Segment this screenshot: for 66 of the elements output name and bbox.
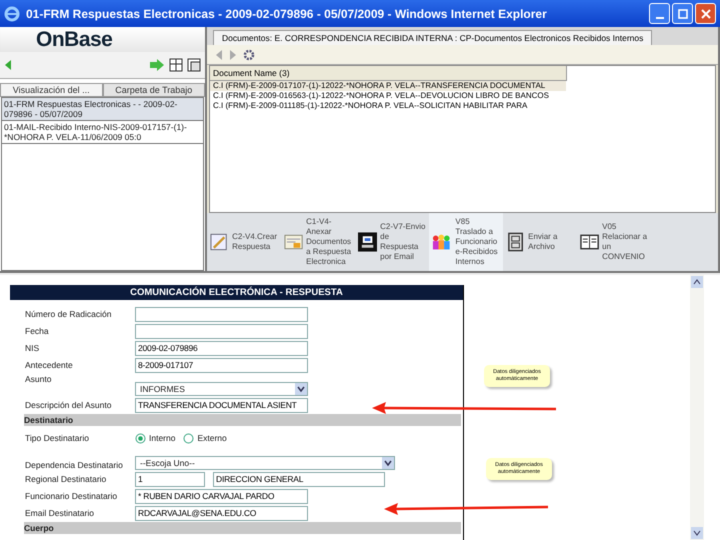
task-button[interactable]: V05 Relacionar a un CONVENIO — [577, 213, 651, 271]
input-field[interactable]: TRANSFERENCIA DOCUMENTAL ASIENT — [135, 398, 308, 412]
section-header: Destinatario — [24, 414, 461, 426]
maximize-button[interactable] — [672, 3, 693, 24]
tab[interactable]: Documentos: E. CORRESPONDENCIA RECIBIDA INTERNA : CP-Documentos Electronicos Recibidos Internos — [213, 30, 652, 45]
maximize-icon — [678, 8, 688, 18]
radio-label: Interno — [149, 433, 176, 443]
input-field[interactable]: 2009-02-079896 — [135, 340, 308, 356]
logo: OnBase — [36, 28, 112, 52]
list-item[interactable]: 01-MAIL-Recibido Interno-NIS-2009-017157-(1)-*NOHORA P. VELA-11/06/2009 05:0 — [2, 121, 203, 144]
tab[interactable]: Visualización del ... — [0, 83, 102, 97]
minimize-icon — [656, 16, 664, 18]
table-row[interactable]: C.I (FRM)-E-2009-017107-(1)-12022-*NOHORA P. VELA--TRANSFERENCIA DOCUMENTAL — [210, 81, 566, 91]
input-field[interactable]: 8-2009-017107 — [135, 358, 308, 372]
forward-arrow-icon[interactable] — [229, 48, 237, 60]
list-item[interactable]: 01-FRM Respuestas Electronicas - - 2009-02-079896 - 05/07/2009 — [2, 98, 203, 121]
field-label: Tipo Destinatario — [25, 433, 90, 443]
field-label: Asunto — [25, 374, 52, 384]
scrollbar[interactable] — [690, 275, 704, 540]
input-field[interactable]: 1 — [135, 472, 205, 486]
window-icon[interactable] — [187, 58, 201, 72]
field-label: Descripción del Asunto — [25, 400, 112, 410]
task-button[interactable]: V85 Traslado a Funcionario e-Recibidos Internos — [429, 213, 503, 271]
radio-button[interactable] — [183, 432, 194, 444]
field-label: Número de Radicación — [25, 309, 112, 319]
input-field[interactable]: RDCARVAJAL@SENA.EDU.CO — [135, 506, 308, 520]
input-field[interactable] — [135, 324, 308, 338]
book-icon — [580, 232, 600, 252]
table-row[interactable]: C.I (FRM)-E-2009-016563-(1)-12022-*NOHORA P. VELA--DEVOLUCION LIBRO DE BANCOS — [210, 91, 566, 101]
field-label: Dependencia Destinatario — [25, 460, 124, 470]
field-label: Fecha — [25, 326, 50, 336]
table-row[interactable]: C.I (FRM)-E-2009-011185-(1)-12022-*NOHORA P. VELA--SOLICITAN HABILITAR PARA — [210, 101, 566, 111]
task-button[interactable]: C1-V4-Anexar Documentos a Respuesta Electronica — [281, 213, 355, 271]
people-icon — [432, 232, 452, 252]
gear-icon[interactable] — [243, 48, 255, 60]
radio-button[interactable] — [135, 432, 146, 444]
task-button[interactable]: C2-V4.Crear Respuesta — [207, 213, 281, 271]
field-label: Regional Destinatario — [25, 474, 108, 484]
input-field[interactable]: DIRECCION GENERAL — [213, 472, 385, 486]
close-button[interactable] — [695, 3, 716, 24]
browser-icon — [4, 6, 20, 22]
cabinet-icon — [506, 232, 526, 252]
dropdown[interactable]: INFORMES — [135, 382, 308, 396]
input-field[interactable]: * RUBEN DARIO CARVAJAL PARDO — [135, 488, 308, 504]
task-button[interactable]: Enviar a Archivo — [503, 213, 577, 271]
window-title: 01-FRM Respuestas Electronicas - 2009-02-079896 - 05/07/2009 - Windows Internet Explorer — [26, 6, 548, 20]
back-arrow-icon[interactable] — [215, 48, 223, 60]
task-button[interactable]: C2-V7-Envio de Respuesta por Email — [355, 213, 429, 271]
form-title: COMUNICACIÓN ELECTRÓNICA - RESPUESTA — [10, 285, 463, 300]
pencil-document-icon — [210, 232, 230, 252]
field-label: Email Destinatario — [25, 508, 95, 518]
minimize-button[interactable] — [649, 3, 670, 24]
input-field[interactable] — [135, 306, 308, 322]
section-header: Cuerpo — [24, 522, 461, 534]
tab[interactable]: Carpeta de Trabajo — [102, 83, 205, 97]
radio-label: Externo — [197, 433, 227, 443]
column-header[interactable]: Document Name (3) — [210, 66, 567, 81]
back-arrow-icon[interactable] — [4, 59, 12, 71]
form-icon — [284, 232, 304, 252]
field-label: Funcionario Destinatario — [25, 491, 118, 501]
field-label: NIS — [25, 343, 40, 353]
close-icon — [700, 8, 710, 18]
field-label: Antecedente — [25, 360, 74, 370]
dropdown[interactable]: --Escoja Uno-- — [135, 456, 395, 470]
monitor-icon — [358, 232, 378, 252]
split-view-icon[interactable] — [169, 58, 183, 72]
